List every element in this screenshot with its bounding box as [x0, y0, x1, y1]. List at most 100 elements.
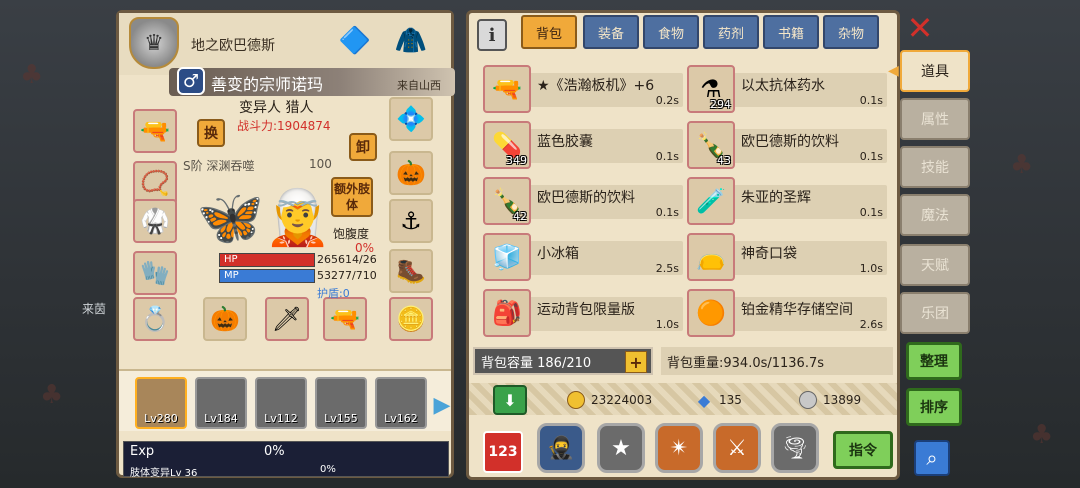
item-qty: 43 — [717, 154, 731, 167]
party-member[interactable]: Lv184 — [195, 377, 247, 429]
bottle-icon: 🍾 42 — [483, 177, 531, 225]
list-item[interactable]: 欧巴德斯的饮料 0.1s 🍾 43 — [687, 119, 887, 171]
ring-icon: 💍 — [140, 305, 170, 333]
search-icon[interactable]: ⌕ — [914, 440, 950, 476]
skill-sword-icon[interactable]: ⚔ — [713, 423, 761, 473]
pumpkin-helmet-icon: 🎃 — [396, 159, 426, 187]
tab-books[interactable]: 书籍 — [763, 15, 819, 49]
equip-slot-armor[interactable]: 🥋 — [133, 199, 177, 243]
equip-slot-boots[interactable]: 🥾 — [389, 249, 433, 293]
skill-hood-icon[interactable]: 🥷 — [537, 423, 585, 473]
party-member[interactable]: Lv162 — [375, 377, 427, 429]
crystal-icon[interactable]: 🔷 — [333, 19, 377, 63]
hex-gem-icon: 💠 — [396, 105, 426, 133]
power-label: 战斗力: — [237, 119, 278, 133]
command-button[interactable]: 指令 — [833, 431, 893, 469]
tab-equipment[interactable]: 装备 — [583, 15, 639, 49]
equip-slot-anchor[interactable]: ⚓ — [389, 199, 433, 243]
equip-slot-head[interactable]: 🎃 — [389, 151, 433, 195]
hp-value: 265614/2656 — [317, 253, 377, 266]
equip-slot-gloves[interactable]: 🧤 — [133, 251, 177, 295]
party-member[interactable]: Lv280 — [135, 377, 187, 429]
item-weight: 0.2s — [655, 94, 679, 107]
tab-potion[interactable]: 药剂 — [703, 15, 759, 49]
equip-slot-emblem[interactable]: 💠 — [389, 97, 433, 141]
gold-amount: 23224003 — [591, 393, 653, 407]
party-strip: Lv280 Lv184 Lv112 Lv155 Lv162 ▶ — [119, 369, 451, 431]
side-tab-attributes[interactable]: 属性 — [900, 98, 970, 140]
character-panel: ♛ 地之欧巴德斯 🔷 🧥 ♂ 善变的宗师诺玛 来自山西 变异人 猎人 战斗力:1… — [116, 10, 455, 479]
equip-slot-weapon[interactable]: 🔫 — [133, 109, 177, 153]
skill-star-icon[interactable]: ★ — [597, 423, 645, 473]
hanger-icon[interactable]: 🧥 — [389, 19, 433, 63]
equip-slot-pet[interactable]: 🎃 — [203, 297, 247, 341]
list-item[interactable]: 蓝色胶囊 0.1s 💊 349 — [483, 119, 683, 171]
item-body: ★《浩瀚板机》+6 0.2s — [523, 73, 683, 107]
equip-slot-ring[interactable]: 💍 — [133, 297, 177, 341]
male-gender-icon: ♂ — [177, 67, 205, 95]
list-item[interactable]: ★《浩瀚板机》+6 0.2s 🔫 — [483, 63, 683, 115]
list-item[interactable]: 欧巴德斯的饮料 0.1s 🍾 42 — [483, 175, 683, 227]
item-weight: 0.1s — [655, 206, 679, 219]
skill-blades-icon[interactable]: ✴ — [655, 423, 703, 473]
item-name: 运动背包限量版 — [537, 302, 635, 318]
item-weight: 0.1s — [859, 206, 883, 219]
item-name: 蓝色胶囊 — [537, 134, 593, 150]
capsule-icon: 💊 349 — [483, 121, 531, 169]
item-weight: 0.1s — [655, 150, 679, 163]
swap-button[interactable]: 换 — [197, 119, 225, 147]
fridge-icon: 🧊 — [483, 233, 531, 281]
list-item[interactable]: 运动背包限量版 1.0s 🎒 — [483, 287, 683, 339]
party-member[interactable]: Lv112 — [255, 377, 307, 429]
expand-capacity-button[interactable]: + — [625, 351, 647, 373]
next-arrow-icon[interactable]: ▶ — [433, 391, 451, 419]
list-item[interactable]: 朱亚的圣辉 0.1s 🧪 — [687, 175, 887, 227]
store-down-icon[interactable]: ⬇ — [493, 385, 527, 415]
close-icon[interactable]: ✕ — [904, 9, 936, 47]
tab-food[interactable]: 食物 — [643, 15, 699, 49]
info-icon[interactable]: i — [477, 19, 507, 51]
pouch-icon: 👝 — [687, 233, 735, 281]
gold-ring-icon: 🪙 — [396, 305, 426, 333]
party-member[interactable]: Lv155 — [315, 377, 367, 429]
list-item[interactable]: 铂金精华存储空间 2.6s 🟠 — [687, 287, 887, 339]
amulet-icon: 📿 — [140, 169, 170, 197]
bottle-icon: 🍾 43 — [687, 121, 735, 169]
tab-bag[interactable]: 背包 — [521, 15, 577, 49]
bg-tree-icon: ♣ — [1030, 420, 1054, 450]
sort-button[interactable]: 排序 — [906, 388, 962, 426]
item-body: 蓝色胶囊 0.1s — [523, 129, 683, 163]
side-tab-band[interactable]: 乐团 — [900, 292, 970, 334]
unequip-button[interactable]: 卸 — [349, 133, 377, 161]
skill-tornado-icon[interactable]: 🌪 — [771, 423, 819, 473]
item-qty: 294 — [710, 98, 731, 111]
side-tab-skills[interactable]: 技能 — [900, 146, 970, 188]
world-name: 地之欧巴德斯 — [191, 38, 275, 54]
list-item[interactable]: 小冰箱 2.5s 🧊 — [483, 231, 683, 283]
item-name: 欧巴德斯的饮料 — [741, 134, 839, 150]
sort-number-icon[interactable]: 123 — [483, 431, 523, 473]
side-tab-items[interactable]: 道具 — [888, 50, 970, 92]
winged-boot-icon: 🥾 — [396, 257, 426, 285]
pumpkin-icon: 🎃 — [210, 305, 240, 333]
list-item[interactable]: 神奇口袋 1.0s 👝 — [687, 231, 887, 283]
side-tab-talent[interactable]: 天赋 — [900, 244, 970, 286]
item-name: 朱亚的圣辉 — [741, 190, 811, 206]
flask-icon: 🧪 — [687, 177, 735, 225]
hp-bar: HP — [219, 253, 315, 267]
bg-tree-icon: ♣ — [20, 60, 44, 90]
body-mutation-percent: 0% — [320, 464, 336, 475]
item-name: 以太抗体药水 — [741, 78, 825, 94]
item-weight: 1.0s — [859, 262, 883, 275]
equip-slot-gadget[interactable]: 🔫 — [323, 297, 367, 341]
gun-icon: 🔫 — [140, 117, 170, 145]
map-label: 来茵 — [82, 302, 107, 316]
organize-button[interactable]: 整理 — [906, 342, 962, 380]
equip-slot-offhand[interactable]: 🗡 — [265, 297, 309, 341]
list-item[interactable]: 以太抗体药水 0.1s ⚗ 294 — [687, 63, 887, 115]
equip-slot-accessory[interactable]: 🪙 — [389, 297, 433, 341]
character-name[interactable]: 善变的宗师诺玛 — [211, 71, 323, 95]
side-tab-magic[interactable]: 魔法 — [900, 194, 970, 236]
world-emblem-icon[interactable]: ♛ — [129, 17, 179, 69]
tab-misc[interactable]: 杂物 — [823, 15, 879, 49]
